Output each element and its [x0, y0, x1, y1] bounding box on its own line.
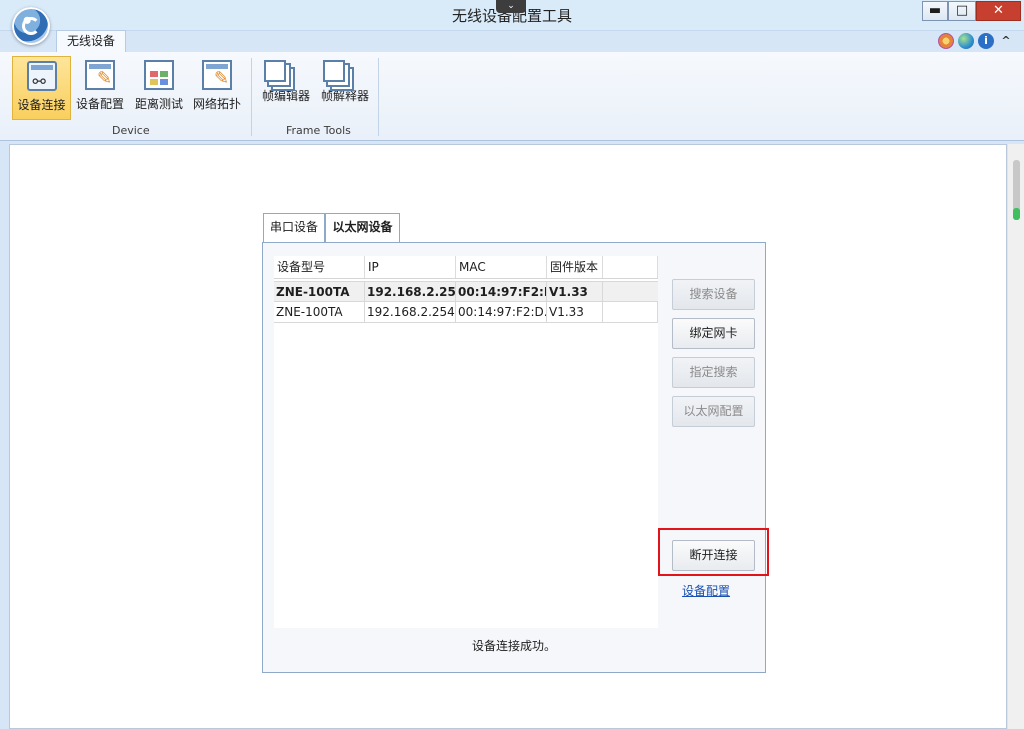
quick-access-toggle[interactable]: ⌄	[496, 0, 526, 13]
info-icon[interactable]: i	[978, 33, 994, 49]
vertical-scrollbar[interactable]	[1008, 144, 1024, 729]
ribbon-button-device-connect[interactable]: 设备连接	[12, 56, 71, 120]
topology-icon	[202, 60, 232, 90]
ribbon-button-label: 设备配置	[75, 97, 124, 111]
bind-nic-button[interactable]: 绑定网卡	[672, 318, 755, 349]
device-list[interactable]: 设备型号 IP MAC 固件版本 ZNE-100TA 192.168.2.251…	[274, 256, 658, 628]
cell-model: ZNE-100TA	[274, 282, 365, 302]
ribbon-button-label: 帧解释器	[320, 89, 369, 103]
search-device-button[interactable]: 搜索设备	[672, 279, 755, 310]
ribbon-button-frame-parser[interactable]: 帧解释器	[317, 56, 373, 120]
column-header-model[interactable]: 设备型号	[274, 256, 365, 278]
column-header-firmware[interactable]: 固件版本	[547, 256, 603, 278]
group-divider	[251, 58, 252, 136]
status-message: 设备连接成功。	[471, 639, 556, 653]
collapse-ribbon-icon[interactable]: ^	[998, 33, 1014, 49]
ethernet-config-button[interactable]: 以太网配置	[672, 396, 755, 427]
cell-firmware: V1.33	[547, 302, 603, 322]
ribbon-button-frame-editor[interactable]: 帧编辑器	[258, 56, 314, 120]
ribbon-tab-strip: 无线设备 i ^	[0, 30, 1024, 52]
title-bar: 无线设备配置工具 ⌄ ▬ □ ✕	[0, 0, 1024, 31]
frame-parser-icon	[323, 60, 345, 82]
palette-icon[interactable]	[938, 33, 954, 49]
cell-ip: 192.168.2.251	[365, 282, 456, 302]
device-config-link[interactable]: 设备配置	[682, 582, 730, 599]
cell-mac: 00:14:97:F2:D...	[456, 302, 547, 322]
group-label-device: Device	[112, 124, 150, 137]
column-header-mac[interactable]: MAC	[456, 256, 547, 278]
group-label-frame-tools: Frame Tools	[286, 124, 351, 137]
ribbon-help-icons: i ^	[938, 33, 1014, 49]
device-list-header: 设备型号 IP MAC 固件版本	[274, 256, 658, 279]
minimize-button[interactable]: ▬	[922, 1, 948, 21]
column-header-empty	[603, 256, 658, 278]
table-row[interactable]: ZNE-100TA 192.168.2.254 00:14:97:F2:D...…	[274, 302, 658, 323]
close-button[interactable]: ✕	[976, 1, 1021, 21]
tab-wireless-device[interactable]: 无线设备	[56, 30, 126, 52]
cell-model: ZNE-100TA	[274, 302, 365, 322]
range-test-icon	[144, 60, 174, 90]
tab-serial-device[interactable]: 串口设备	[263, 213, 325, 242]
globe-icon[interactable]	[958, 33, 974, 49]
app-logo-icon[interactable]	[12, 7, 50, 45]
ribbon: 设备连接 设备配置 距离测试 网络拓扑 Device 帧编辑器 帧解释器 Fra…	[0, 52, 1024, 141]
ribbon-button-label: 帧编辑器	[261, 89, 310, 103]
maximize-button[interactable]: □	[948, 1, 976, 21]
ribbon-button-label: 设备连接	[17, 98, 66, 112]
group-divider	[378, 58, 379, 136]
tab-ethernet-device[interactable]: 以太网设备	[325, 213, 400, 243]
ribbon-button-range-test[interactable]: 距离测试	[131, 56, 187, 120]
highlight-box	[658, 528, 769, 576]
cell-firmware: V1.33	[547, 282, 603, 302]
ribbon-button-device-config[interactable]: 设备配置	[72, 56, 128, 120]
targeted-search-button[interactable]: 指定搜索	[672, 357, 755, 388]
column-header-ip[interactable]: IP	[365, 256, 456, 278]
connect-icon	[26, 61, 57, 91]
ribbon-button-label: 距离测试	[134, 97, 183, 111]
ribbon-button-topology[interactable]: 网络拓扑	[189, 56, 245, 120]
table-row[interactable]: ZNE-100TA 192.168.2.251 00:14:97:F2:D...…	[274, 281, 658, 302]
cell-mac: 00:14:97:F2:D...	[456, 282, 547, 302]
config-icon	[85, 60, 115, 90]
cell-ip: 192.168.2.254	[365, 302, 456, 322]
frame-editor-icon	[264, 60, 286, 82]
ribbon-button-label: 网络拓扑	[192, 97, 241, 111]
scrollbar-thumb[interactable]	[1013, 160, 1020, 220]
